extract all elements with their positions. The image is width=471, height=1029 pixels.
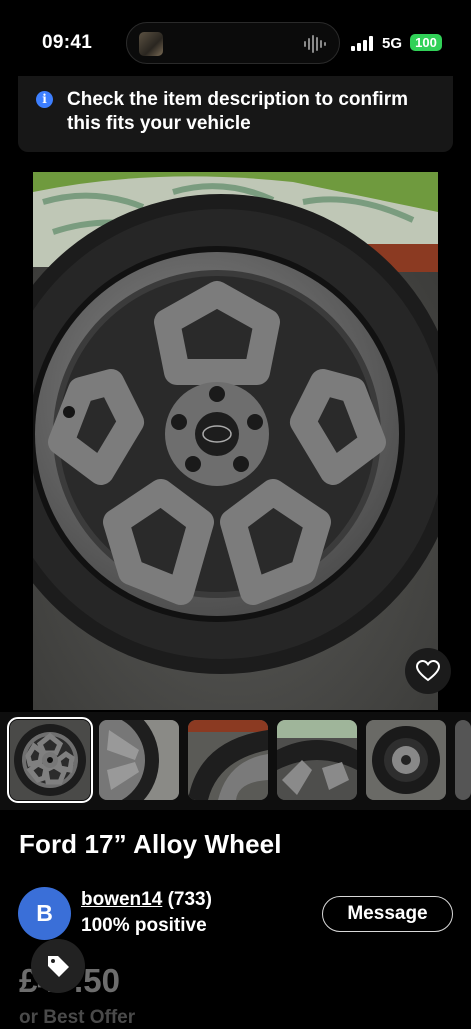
best-offer-text: or Best Offer bbox=[19, 1007, 136, 1028]
dynamic-island[interactable] bbox=[126, 22, 340, 64]
favorite-button[interactable] bbox=[405, 648, 451, 694]
thumbnail-6-partial[interactable] bbox=[455, 720, 471, 800]
thumbnail-4[interactable] bbox=[277, 720, 357, 800]
notice-text: Check the item description to confirm th… bbox=[67, 89, 408, 134]
thumbnail-strip[interactable] bbox=[0, 712, 471, 810]
price-tag-icon bbox=[48, 956, 69, 977]
seller-avatar[interactable]: B bbox=[18, 887, 71, 940]
signal-strength-icon bbox=[351, 36, 373, 51]
network-type: 5G bbox=[382, 35, 403, 52]
message-seller-button[interactable]: Message bbox=[322, 896, 453, 932]
audio-waveform-icon bbox=[304, 35, 326, 53]
seller-feedback-count: (733) bbox=[167, 889, 212, 910]
thumbnail-1[interactable] bbox=[7, 717, 93, 803]
thumbnail-3[interactable] bbox=[188, 720, 268, 800]
status-bar: 09:41 5G 100 bbox=[0, 0, 471, 76]
seller-positive-rating: 100% positive bbox=[81, 915, 207, 936]
thumbnail-5[interactable] bbox=[366, 720, 446, 800]
seller-name[interactable]: bowen14 (733) bbox=[81, 889, 212, 911]
thumbnail-2[interactable] bbox=[99, 720, 179, 800]
info-icon: i bbox=[36, 91, 53, 108]
now-playing-artwork bbox=[139, 32, 163, 56]
battery-indicator: 100 bbox=[410, 34, 442, 51]
seller-username-link[interactable]: bowen14 bbox=[81, 889, 162, 910]
heart-icon bbox=[416, 660, 440, 682]
listing-title: Ford 17” Alloy Wheel bbox=[19, 829, 282, 859]
price-tag-button[interactable] bbox=[31, 939, 85, 993]
clock: 09:41 bbox=[42, 32, 93, 53]
compatibility-notice[interactable]: i Check the item description to confirm … bbox=[18, 76, 453, 152]
main-product-photo[interactable] bbox=[33, 172, 438, 710]
